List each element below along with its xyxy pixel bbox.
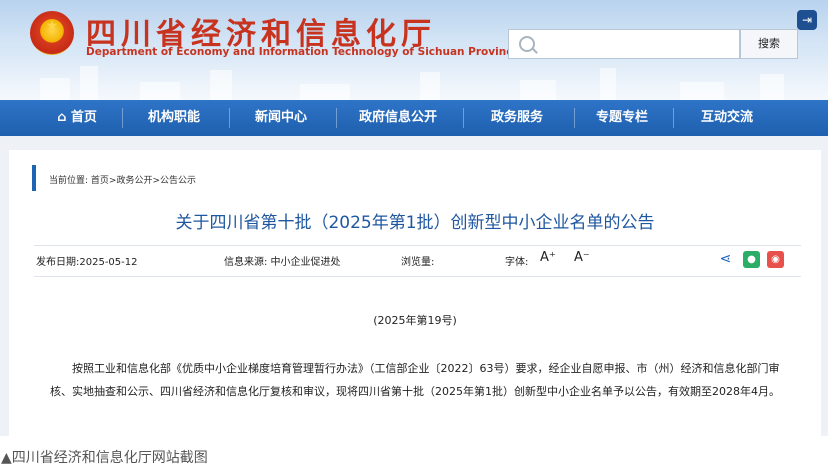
publish-date: 发布日期:2025-05-12	[36, 257, 138, 268]
home-icon: ⌂	[57, 110, 71, 125]
breadcrumb-path[interactable]: 首页>政务公开>公告公示	[91, 176, 196, 186]
screenshot-page: ★ 四川省经济和信息化厅 Department of Economy and I…	[0, 0, 828, 436]
font-size-label: 字体:	[505, 257, 529, 268]
wechat-icon[interactable]: ●	[743, 251, 760, 268]
national-emblem-icon: ★	[30, 11, 74, 55]
nav-item-news[interactable]: 新闻中心	[235, 100, 327, 136]
issue-number: (2025年第19号)	[373, 314, 457, 327]
share-icon[interactable]: ⋖	[717, 251, 734, 268]
info-source: 信息来源: 中小企业促进处	[224, 257, 341, 268]
nav-item-services[interactable]: 政务服务	[469, 100, 565, 136]
exit-icon[interactable]: ⇥	[797, 10, 817, 30]
nav-item-interaction[interactable]: 互动交流	[679, 100, 775, 136]
search-icon	[519, 36, 535, 52]
font-larger-button[interactable]: A⁺	[540, 250, 556, 265]
nav-item-functions[interactable]: 机构职能	[128, 100, 220, 136]
article-panel: 当前位置: 首页>政务公开>公告公示 关于四川省第十批（2025年第1批）创新型…	[9, 150, 821, 436]
weibo-icon[interactable]: ◉	[767, 251, 784, 268]
search-button[interactable]: 搜索	[740, 29, 798, 59]
nav-item-home[interactable]: ⌂ 首页	[42, 100, 112, 136]
breadcrumb-marker	[32, 165, 36, 191]
site-title-english: Department of Economy and Information Te…	[86, 46, 520, 58]
nav-item-gov-info[interactable]: 政府信息公开	[342, 100, 454, 136]
main-nav: ⌂ 首页 机构职能 新闻中心 政府信息公开 政务服务 专题专栏 互动交流	[0, 100, 828, 136]
article-title: 关于四川省第十批（2025年第1批）创新型中小企业名单的公告	[175, 213, 655, 233]
site-header: ★ 四川省经济和信息化厅 Department of Economy and I…	[0, 0, 828, 100]
font-smaller-button[interactable]: A⁻	[574, 250, 590, 265]
view-count: 浏览量:	[401, 257, 435, 268]
breadcrumb: 当前位置: 首页>政务公开>公告公示	[49, 173, 196, 186]
article-body: 按照工业和信息化部《优质中小企业梯度培育管理暂行办法》（工信部企业〔2022〕6…	[50, 362, 780, 398]
search-input[interactable]	[508, 29, 740, 59]
image-caption: ▲四川省经济和信息化厅网站截图	[1, 450, 208, 466]
breadcrumb-prefix: 当前位置:	[49, 176, 89, 186]
article-meta: 发布日期:2025-05-12 信息来源: 中小企业促进处 浏览量: 字体: A…	[34, 245, 801, 277]
nav-item-topics[interactable]: 专题专栏	[580, 100, 664, 136]
